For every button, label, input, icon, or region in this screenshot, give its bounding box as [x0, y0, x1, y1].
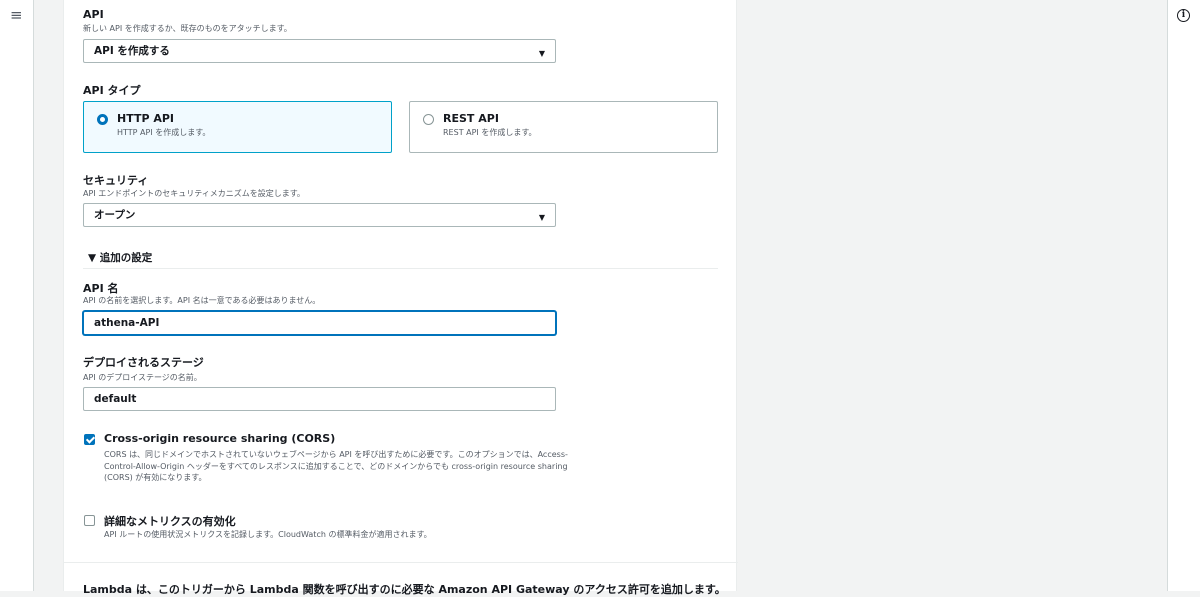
http-api-title: HTTP API [117, 112, 175, 125]
cors-description: CORS は、同じドメインでホストされていないウェブページから API を呼び出… [104, 450, 568, 482]
api-description: 新しい API を作成するか、既存のものをアタッチします。 [83, 24, 292, 33]
api-select-value: API を作成する [94, 45, 170, 57]
radio-http-api[interactable] [97, 114, 108, 125]
api-type-option-http[interactable]: HTTP API HTTP API を作成します。 [83, 101, 392, 153]
api-type-label: API タイプ [83, 84, 141, 97]
cors-checkbox[interactable] [84, 434, 95, 445]
stage-value: default [94, 393, 137, 405]
api-type-option-rest[interactable]: REST API REST API を作成します。 [409, 101, 718, 153]
api-label: API [83, 8, 104, 21]
security-description: API エンドポイントのセキュリティメカニズムを設定します。 [83, 189, 305, 198]
additional-settings-toggle[interactable]: ▼ 追加の設定 [88, 250, 152, 265]
api-select[interactable]: API を作成する ▼ [83, 39, 556, 63]
chevron-down-icon: ▼ [538, 49, 545, 58]
stage-input[interactable]: default [83, 387, 556, 411]
api-name-input[interactable]: athena-API [83, 311, 556, 335]
radio-rest-api[interactable] [423, 114, 434, 125]
chevron-down-icon: ▼ [538, 213, 545, 222]
api-name-value: athena-API [94, 317, 160, 329]
menu-icon[interactable]: ≡ [10, 8, 23, 23]
metrics-label[interactable]: 詳細なメトリクスの有効化 [104, 513, 236, 529]
metrics-checkbox[interactable] [84, 515, 95, 526]
security-label: セキュリティ [83, 174, 149, 187]
stage-description: API のデプロイステージの名前。 [83, 373, 202, 382]
footer-divider [64, 562, 738, 563]
http-api-description: HTTP API を作成します。 [117, 128, 211, 137]
rest-api-title: REST API [443, 112, 499, 125]
info-icon[interactable]: i [1177, 9, 1190, 22]
cors-label[interactable]: Cross-origin resource sharing (CORS) [104, 432, 335, 445]
permissions-note: Lambda は、このトリガーから Lambda 関数を呼び出すのに必要な Am… [83, 583, 726, 596]
stage-label: デプロイされるステージ [83, 356, 204, 369]
api-name-label: API 名 [83, 282, 119, 295]
trigger-configuration-panel: API 新しい API を作成するか、既存のものをアタッチします。 API を作… [63, 0, 738, 596]
api-name-description: API の名前を選択します。API 名は一意である必要はありません。 [83, 296, 321, 305]
rest-api-description: REST API を作成します。 [443, 128, 537, 137]
security-select[interactable]: オープン ▼ [83, 203, 556, 227]
section-divider [83, 268, 718, 269]
left-navigation-rail: ≡ [0, 0, 34, 591]
right-help-rail: i [1167, 0, 1200, 591]
security-select-value: オープン [94, 209, 136, 221]
metrics-description: API ルートの使用状況メトリクスを記録します。CloudWatch の標準料金… [104, 530, 432, 539]
